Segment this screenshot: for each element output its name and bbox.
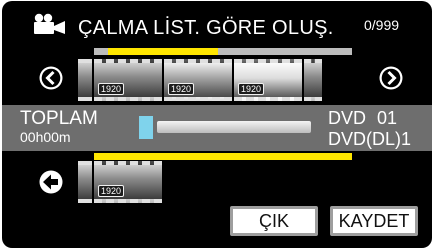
playlist-thumbnail-strip: 1920 [78,161,178,203]
thumbnail[interactable]: 1920 [94,59,162,101]
resolution-badge: 1920 [168,83,195,95]
capacity-fill [139,116,153,139]
disc-count-row: DVD 01 [328,108,397,129]
thumbnail[interactable]: 1920 [164,59,232,101]
total-label: TOPLAM [20,108,98,129]
playlist-position-fill [108,48,218,55]
capacity-bar [139,116,311,139]
disc-dl-label: DVD(DL)1 [328,129,412,149]
thumbnail[interactable]: 1920 [234,59,302,101]
playlist-position-bar [94,48,352,55]
thumbnail-partial [304,59,322,101]
save-button[interactable]: KAYDET [330,206,418,236]
arrow-left-icon[interactable] [38,169,64,195]
selected-playlist-bar [94,153,352,160]
resolution-badge: 1920 [98,83,125,95]
movie-camera-icon [34,13,65,34]
source-thumbnail-strip: 1920 1920 1920 [78,59,356,101]
thumbnail-partial [78,59,92,101]
resolution-badge: 1920 [238,83,265,95]
screen-title: ÇALMA LİST. GÖRE OLUŞ. [78,17,334,39]
chevron-right-icon[interactable] [378,65,404,91]
disc-count: 01 [377,108,398,128]
exit-button[interactable]: ÇIK [230,206,318,236]
chevron-left-icon[interactable] [38,65,64,91]
thumbnail-partial [78,161,92,203]
thumbnail[interactable]: 1920 [94,161,162,203]
disc-type: DVD [328,108,367,128]
playlist-counter: 0/999 [364,17,400,33]
playlist-create-screen: ÇALMA LİST. GÖRE OLUŞ. 0/999 1920 1920 1… [2,1,432,248]
resolution-badge: 1920 [98,185,125,197]
capacity-remaining [157,121,311,133]
total-time: 00h00m [20,129,71,145]
info-band: TOPLAM 00h00m DVD 01 DVD(DL)1 [2,105,432,151]
